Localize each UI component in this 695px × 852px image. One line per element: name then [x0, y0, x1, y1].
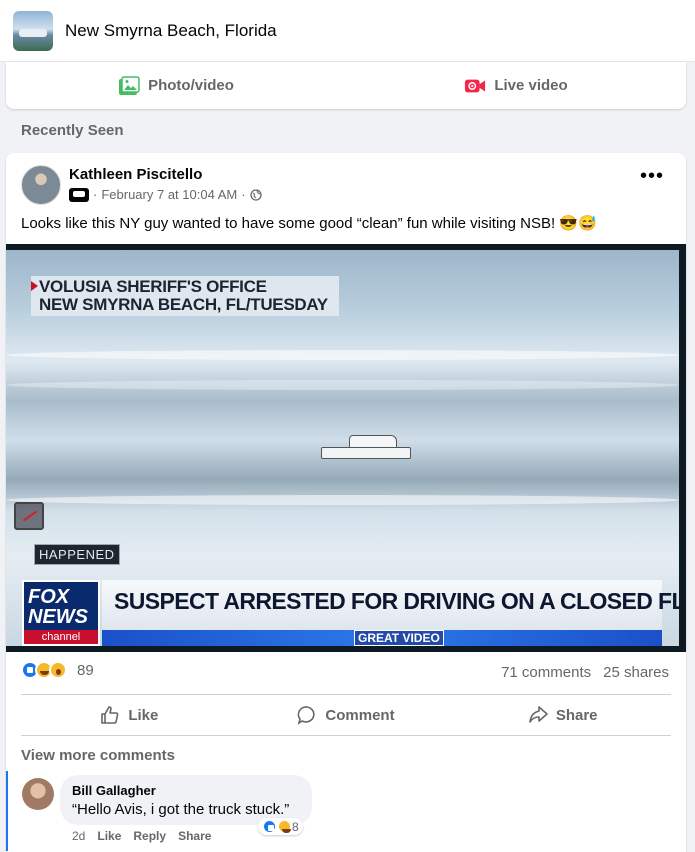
comment-reaction-count: 8: [292, 819, 299, 834]
like-label: Like: [128, 706, 159, 724]
share-label: Share: [555, 706, 598, 724]
group-title[interactable]: New Smyrna Beach, Florida: [65, 21, 277, 41]
post-timestamp[interactable]: February 7 at 10:04 AM: [101, 187, 237, 202]
composer-actions: Photo/video Live video: [6, 62, 686, 109]
photo-video-button[interactable]: Photo/video: [6, 68, 346, 104]
post-meta: · February 7 at 10:04 AM ·: [69, 187, 262, 202]
chyron-subtag: GREAT VIDEO: [354, 630, 444, 646]
more-options-icon[interactable]: •••: [640, 166, 664, 186]
chyron-subbar: GREAT VIDEO: [102, 630, 662, 646]
reaction-count: 89: [77, 661, 94, 679]
photo-icon: [119, 75, 140, 95]
logo-news: NEWS: [28, 606, 88, 628]
comment-button[interactable]: Comment: [238, 695, 455, 735]
share-button[interactable]: Share: [454, 695, 671, 735]
comment-highlight: [6, 771, 8, 851]
live-video-icon: [465, 79, 486, 92]
thumbs-up-icon: [101, 706, 119, 724]
meta-separator-2: ·: [241, 187, 246, 202]
comment-icon: [298, 706, 316, 725]
logo-channel: channel: [24, 630, 98, 644]
comment-reactions[interactable]: 8: [258, 818, 303, 835]
post-actions: Like Comment Share: [21, 695, 671, 735]
lower-third-line-1: VOLUSIA SHERIFF'S OFFICE: [39, 277, 267, 296]
fox-news-logo: FOX NEWS channel: [22, 580, 100, 646]
live-video-label: Live video: [494, 77, 568, 94]
muted-icon: [14, 502, 44, 530]
comment-label: Comment: [325, 706, 395, 724]
comment-text: “Hello Avis, i got the truck stuck.”: [72, 801, 290, 818]
lower-third-line-2: NEW SMYRNA BEACH, FL/TUESDAY: [39, 295, 328, 314]
like-reaction-icon: [262, 819, 277, 834]
wave: [6, 495, 679, 505]
like-button[interactable]: Like: [21, 695, 238, 735]
lower-third: VOLUSIA SHERIFF'S OFFICE NEW SMYRNA BEAC…: [31, 276, 339, 316]
comments-count[interactable]: 71 comments: [501, 664, 591, 681]
share-icon: [529, 706, 548, 723]
commenter-name[interactable]: Bill Gallagher: [72, 783, 156, 798]
haha-reaction-icon: [277, 819, 292, 834]
post-author[interactable]: Kathleen Piscitello: [69, 166, 202, 183]
group-thumbnail[interactable]: [13, 10, 53, 51]
author-avatar[interactable]: [21, 165, 61, 205]
member-badge-icon: [69, 187, 89, 202]
post-text: Looks like this NY guy wanted to have so…: [21, 215, 597, 232]
group-header: New Smyrna Beach, Florida: [0, 0, 695, 62]
wave: [6, 380, 679, 390]
comment-meta: 2d Like Reply Share: [72, 829, 211, 843]
meta-separator: ·: [93, 187, 98, 202]
post-image[interactable]: VOLUSIA SHERIFF'S OFFICE NEW SMYRNA BEAC…: [6, 244, 686, 652]
wave: [6, 350, 679, 360]
chyron-headline: SUSPECT ARRESTED FOR DRIVING ON A CLOSED…: [114, 588, 686, 614]
comment-share-button[interactable]: Share: [178, 829, 211, 843]
reaction-summary[interactable]: 89: [21, 661, 94, 679]
news-screenshot: VOLUSIA SHERIFF'S OFFICE NEW SMYRNA BEAC…: [6, 250, 686, 646]
happened-tag: HAPPENED: [34, 544, 120, 565]
comment-reply-button[interactable]: Reply: [133, 829, 166, 843]
wow-reaction-icon: [49, 661, 67, 679]
shares-count[interactable]: 25 shares: [603, 664, 669, 681]
truck-image: [321, 435, 411, 463]
view-more-comments[interactable]: View more comments: [21, 747, 175, 764]
globe-icon: [249, 188, 262, 201]
comment-like-button[interactable]: Like: [97, 829, 121, 843]
live-video-button[interactable]: Live video: [346, 68, 686, 104]
engagement-counts: 71 comments 25 shares: [501, 664, 669, 681]
divider: [21, 735, 671, 736]
photo-video-label: Photo/video: [148, 77, 234, 94]
news-chyron: SUSPECT ARRESTED FOR DRIVING ON A CLOSED…: [102, 580, 686, 630]
comment-age[interactable]: 2d: [72, 829, 85, 843]
post-card: Kathleen Piscitello · February 7 at 10:0…: [6, 153, 686, 852]
commenter-avatar[interactable]: [22, 778, 54, 810]
recently-seen-label: Recently Seen: [21, 122, 124, 139]
